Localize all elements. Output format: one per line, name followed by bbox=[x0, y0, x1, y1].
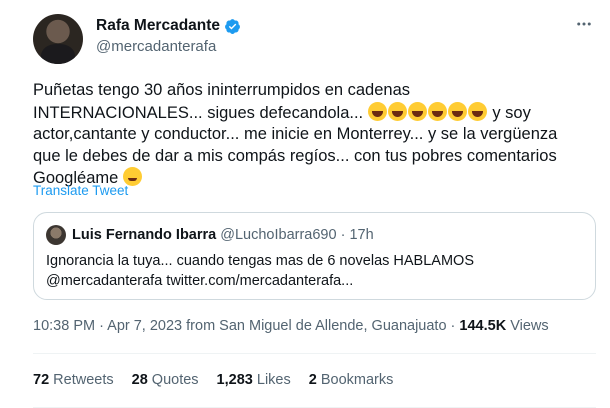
author-name-row: Rafa Mercadante bbox=[96, 17, 241, 35]
quoted-time: 17h bbox=[349, 227, 374, 243]
tweet-line: y soy bbox=[492, 103, 531, 122]
rolling-laughing-emoji-icon bbox=[467, 101, 487, 121]
stat-likes[interactable]: 1,283 Likes bbox=[217, 372, 291, 388]
rolling-laughing-emoji-icon bbox=[387, 101, 407, 121]
stat-count: 72 bbox=[33, 372, 50, 388]
stat-bookmarks[interactable]: 2 Bookmarks bbox=[309, 372, 394, 388]
quoted-author-handle: @LuchoIbarra690 bbox=[220, 227, 337, 243]
verified-badge-icon bbox=[225, 18, 240, 34]
tweet-timestamp[interactable]: 10:38 PM · Apr 7, 2023 from San Miguel d… bbox=[33, 318, 459, 334]
divider bbox=[33, 353, 596, 354]
stat-label: Likes bbox=[256, 372, 291, 388]
stat-count: 2 bbox=[308, 372, 317, 388]
tweet-text: Puñetas tengo 30 años ininterrumpidos en… bbox=[33, 80, 593, 190]
rolling-laughing-emoji-icon bbox=[407, 101, 427, 121]
tweet-meta: 10:38 PM · Apr 7, 2023 from San Miguel d… bbox=[33, 318, 549, 334]
quoted-line: @mercadanterafa twitter.com/mercadantera… bbox=[46, 273, 354, 289]
rolling-laughing-emoji-icon bbox=[447, 101, 467, 121]
stat-label: Quotes bbox=[151, 372, 199, 388]
quoted-author-name: Luis Fernando Ibarra bbox=[72, 227, 217, 243]
engagement-stats: 72 Retweets 28 Quotes 1,283 Likes 2 Book… bbox=[33, 372, 393, 388]
quoted-header: Luis Fernando Ibarra @LuchoIbarra690 · 1… bbox=[72, 227, 374, 243]
rolling-laughing-emoji-icon bbox=[427, 101, 447, 121]
quoted-author-avatar bbox=[46, 225, 66, 245]
more-options-icon[interactable] bbox=[572, 12, 596, 36]
stat-label: Bookmarks bbox=[320, 372, 394, 388]
quoted-line: Ignorancia la tuya... cuando tengas mas … bbox=[46, 253, 474, 269]
quoted-separator: · bbox=[340, 227, 346, 243]
author-display-name[interactable]: Rafa Mercadante bbox=[96, 17, 220, 35]
tweet-line: que le debes de dar a mis compás regíos.… bbox=[33, 146, 557, 165]
rolling-laughing-emoji-icon bbox=[367, 101, 387, 121]
tweet-card: Rafa Mercadante @mercadanterafa Puñetas … bbox=[0, 0, 610, 408]
laugh-emoji-group bbox=[367, 101, 488, 122]
author-avatar[interactable] bbox=[33, 14, 83, 64]
views-count: 144.5K bbox=[459, 318, 507, 334]
views-label: Views bbox=[506, 318, 549, 334]
stat-retweets[interactable]: 72 Retweets bbox=[33, 372, 114, 388]
translate-tweet-link[interactable]: Translate Tweet bbox=[33, 183, 128, 198]
tweet-line: Puñetas tengo 30 años ininterrumpidos en… bbox=[33, 81, 411, 99]
stat-count: 1,283 bbox=[216, 372, 253, 388]
tweet-line: actor,cantante y conductor... me inicie … bbox=[33, 125, 558, 143]
quoted-text: Ignorancia la tuya... cuando tengas mas … bbox=[46, 251, 586, 291]
stat-quotes[interactable]: 28 Quotes bbox=[132, 372, 199, 388]
dots-icon bbox=[577, 22, 591, 26]
stat-label: Retweets bbox=[53, 372, 114, 388]
stat-count: 28 bbox=[131, 372, 148, 388]
tweet-line-with-emoji: INTERNACIONALES... sigues defecandola...… bbox=[33, 101, 593, 125]
author-handle[interactable]: @mercadanterafa bbox=[96, 38, 216, 55]
quoted-tweet[interactable]: Luis Fernando Ibarra @LuchoIbarra690 · 1… bbox=[33, 212, 596, 300]
tweet-line: INTERNACIONALES... sigues defecandola... bbox=[33, 103, 364, 122]
